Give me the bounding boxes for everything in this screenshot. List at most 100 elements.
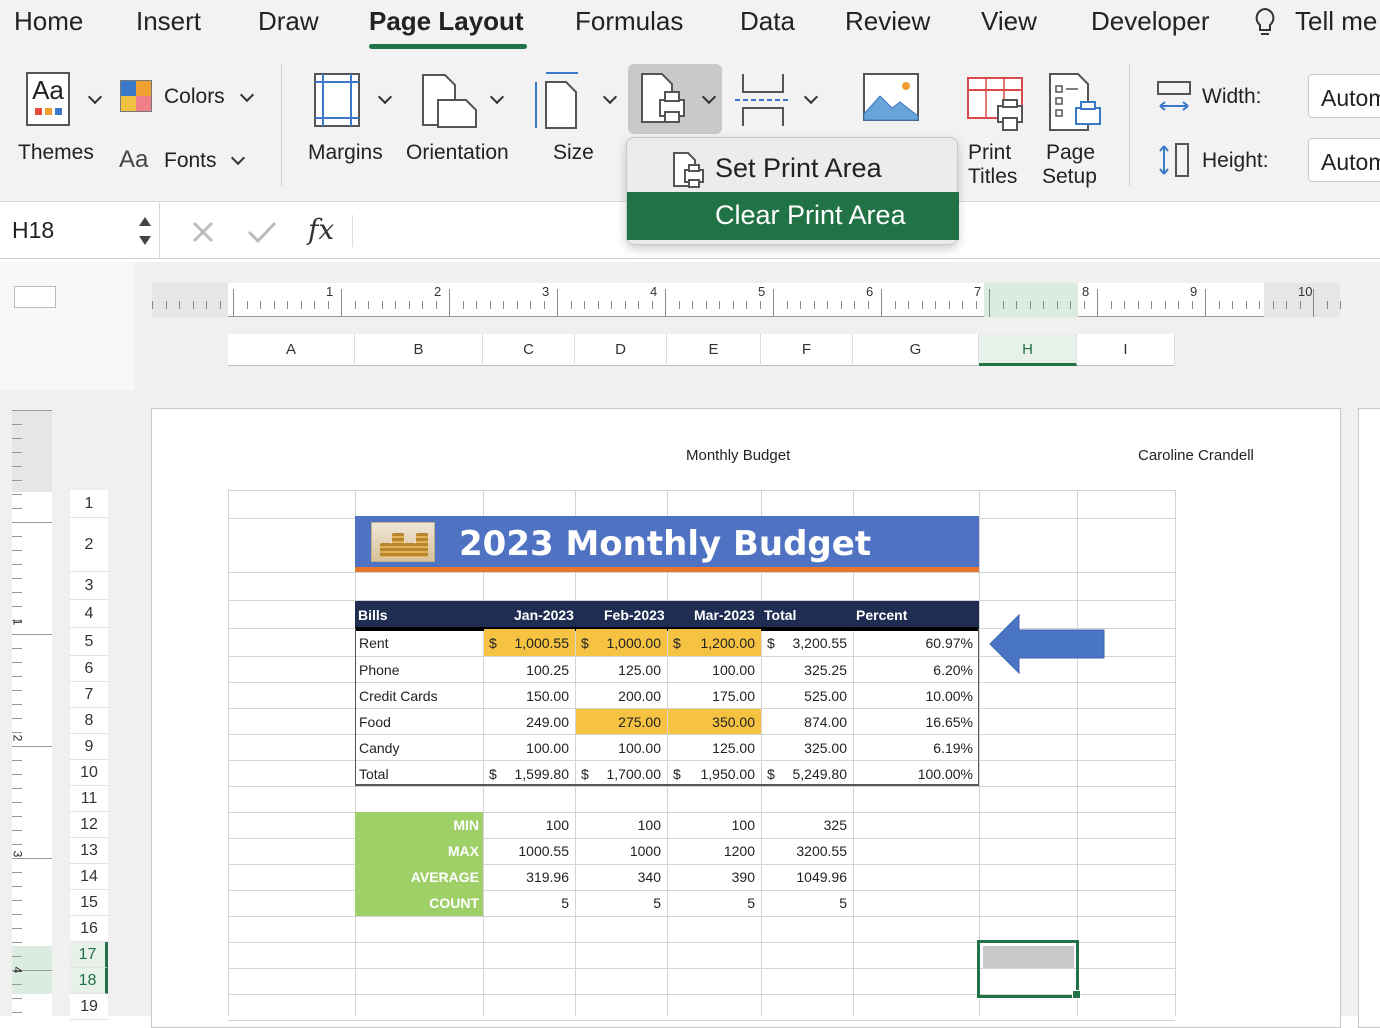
select-all-corner[interactable] (0, 262, 134, 390)
column-header-d[interactable]: D (575, 334, 667, 366)
column-header-f[interactable]: F (761, 334, 853, 366)
page-setup-label-2[interactable]: Setup (1042, 165, 1097, 189)
name-box-value: H18 (12, 217, 55, 243)
ruler-number: 8 (1082, 284, 1090, 299)
size-chevron[interactable] (602, 89, 618, 105)
tab-data[interactable]: Data (740, 6, 795, 37)
tab-formulas[interactable]: Formulas (575, 6, 683, 37)
themes-dropdown-chevron[interactable] (87, 89, 103, 105)
fonts-chevron[interactable] (230, 150, 246, 166)
colors-icon[interactable] (120, 80, 152, 112)
ruler-tick (746, 301, 747, 309)
colors-chevron[interactable] (239, 87, 255, 103)
column-header-e[interactable]: E (667, 334, 761, 366)
ruler-tick (948, 301, 950, 309)
height-input[interactable]: Automatic (1308, 138, 1380, 182)
ruler-tick (1299, 301, 1301, 309)
ruler-tick (962, 301, 963, 309)
row-header-16[interactable]: 16 (70, 916, 108, 942)
width-input[interactable]: Automatic (1308, 74, 1380, 118)
column-header-a[interactable]: A (228, 334, 355, 366)
print-titles-label-1[interactable]: Print (968, 141, 1011, 165)
size-icon[interactable] (532, 70, 584, 130)
row-header-17[interactable]: 17 (70, 942, 108, 968)
breaks-chevron[interactable] (803, 89, 819, 105)
margins-chevron[interactable] (377, 89, 393, 105)
tab-tell-me[interactable]: Tell me (1295, 6, 1377, 37)
themes-icon[interactable]: Aa (26, 72, 70, 126)
tab-page-layout[interactable]: Page Layout (369, 6, 524, 37)
name-box-stepper-icon[interactable] (137, 212, 153, 250)
column-header-g[interactable]: G (853, 334, 979, 366)
insert-function-icon[interactable]: fx (308, 213, 334, 246)
orientation-button[interactable]: Orientation (406, 141, 509, 165)
row-header-5[interactable]: 5 (70, 628, 108, 656)
row-header-2[interactable]: 2 (70, 518, 108, 572)
ribbon-separator-2 (1129, 64, 1130, 186)
row-header-15[interactable]: 15 (70, 890, 108, 916)
row-header-9[interactable]: 9 (70, 734, 108, 760)
ruler-tick (1043, 301, 1044, 309)
orientation-icon[interactable] (420, 72, 480, 130)
ruler-number: 7 (974, 284, 982, 299)
ruler-number: 4 (650, 284, 658, 299)
set-print-area-item[interactable]: Set Print Area (627, 144, 959, 192)
row-header-7[interactable]: 7 (70, 682, 108, 708)
row-header-14[interactable]: 14 (70, 864, 108, 890)
ruler-number: 9 (1190, 284, 1198, 299)
row-header-3[interactable]: 3 (70, 572, 108, 600)
fonts-icon[interactable]: Aa (119, 148, 148, 172)
lightbulb-icon[interactable] (1252, 6, 1278, 40)
ruler-tick (867, 301, 869, 309)
height-icon (1159, 143, 1189, 177)
row-header-11[interactable]: 11 (70, 786, 108, 812)
orientation-chevron[interactable] (489, 89, 505, 105)
ruler-tick (381, 301, 383, 309)
row-header-8[interactable]: 8 (70, 708, 108, 734)
ruler-tick (543, 301, 545, 309)
column-header-h[interactable]: H (979, 334, 1077, 366)
row-header-10[interactable]: 10 (70, 760, 108, 786)
print-titles-label-2[interactable]: Titles (968, 165, 1017, 189)
ruler-tick (300, 301, 302, 309)
row-header-13[interactable]: 13 (70, 838, 108, 864)
breaks-icon[interactable] (735, 72, 791, 128)
tab-review[interactable]: Review (845, 6, 930, 37)
row-header-6[interactable]: 6 (70, 656, 108, 682)
tab-view[interactable]: View (981, 6, 1037, 37)
colors-button[interactable]: Colors (164, 85, 225, 109)
tab-draw[interactable]: Draw (258, 6, 319, 37)
ruler-tick (314, 301, 315, 309)
print-area-button[interactable] (628, 64, 722, 134)
clear-print-area-item[interactable]: Clear Print Area (627, 192, 959, 240)
ruler-tick (462, 301, 464, 309)
column-header-i[interactable]: I (1077, 334, 1175, 366)
ruler-tick (624, 301, 626, 309)
page-setup-icon[interactable] (1048, 72, 1106, 134)
print-titles-icon[interactable] (966, 76, 1026, 134)
tab-insert[interactable]: Insert (136, 6, 201, 37)
ruler-tick (408, 301, 410, 309)
row-header-1[interactable]: 1 (70, 490, 108, 518)
tab-developer[interactable]: Developer (1091, 6, 1210, 37)
column-header-b[interactable]: B (355, 334, 483, 366)
row-header-12[interactable]: 12 (70, 812, 108, 838)
tab-home[interactable]: Home (14, 6, 83, 37)
fonts-button[interactable]: Fonts (164, 149, 217, 173)
ruler-v-tick (12, 662, 22, 663)
margins-icon[interactable] (313, 72, 361, 128)
column-header-c[interactable]: C (483, 334, 575, 366)
row-header-18[interactable]: 18 (70, 968, 108, 994)
background-icon[interactable] (862, 72, 920, 122)
page-setup-label-1[interactable]: Page (1046, 141, 1095, 165)
enter-check-icon[interactable] (246, 219, 278, 245)
themes-button[interactable]: Themes (18, 141, 94, 165)
margins-button[interactable]: Margins (308, 141, 383, 165)
row-header-4[interactable]: 4 (70, 600, 108, 628)
cancel-icon[interactable] (190, 219, 216, 245)
size-button[interactable]: Size (553, 141, 594, 165)
select-all-button[interactable] (14, 286, 56, 308)
name-box[interactable]: H18 (0, 203, 160, 259)
row-header-19[interactable]: 19 (70, 994, 108, 1020)
ruler-tick (1056, 301, 1058, 309)
